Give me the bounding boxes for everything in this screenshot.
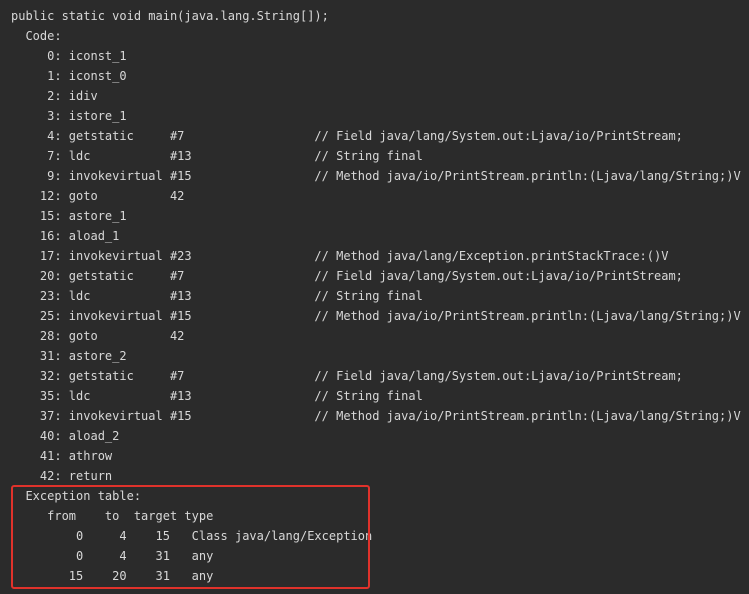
instruction-line: 16: aload_1 — [11, 229, 120, 243]
instruction-line: 7: ldc #13 // String final — [11, 149, 423, 163]
exception-table-label: Exception table: — [11, 489, 142, 503]
instruction-line: 31: astore_2 — [11, 349, 127, 363]
instruction-line: 12: goto 42 — [11, 189, 185, 203]
instruction-line: 25: invokevirtual #15 // Method java/io/… — [11, 309, 741, 323]
instruction-line: 9: invokevirtual #15 // Method java/io/P… — [11, 169, 741, 183]
instruction-line: 28: goto 42 — [11, 329, 185, 343]
instruction-line: 17: invokevirtual #23 // Method java/lan… — [11, 249, 669, 263]
code-label: Code: — [11, 29, 62, 43]
instruction-line: 40: aload_2 — [11, 429, 120, 443]
instruction-line: 37: invokevirtual #15 // Method java/io/… — [11, 409, 741, 423]
bytecode-listing: public static void main(java.lang.String… — [0, 0, 749, 594]
instruction-line: 3: istore_1 — [11, 109, 127, 123]
instruction-line: 2: idiv — [11, 89, 98, 103]
instruction-line: 23: ldc #13 // String final — [11, 289, 423, 303]
exception-table-header: from to target type — [11, 509, 214, 523]
instruction-line: 35: ldc #13 // String final — [11, 389, 423, 403]
instruction-line: 42: return — [11, 469, 113, 483]
instruction-line: 41: athrow — [11, 449, 113, 463]
instruction-line: 32: getstatic #7 // Field java/lang/Syst… — [11, 369, 683, 383]
exception-table-row: 0 4 31 any — [11, 549, 214, 563]
instruction-line: 15: astore_1 — [11, 209, 127, 223]
instruction-line: 4: getstatic #7 // Field java/lang/Syste… — [11, 129, 683, 143]
instruction-line: 1: iconst_0 — [11, 69, 127, 83]
instruction-line: 20: getstatic #7 // Field java/lang/Syst… — [11, 269, 683, 283]
instruction-line: 0: iconst_1 — [11, 49, 127, 63]
exception-table-row: 0 4 15 Class java/lang/Exception — [11, 529, 373, 543]
exception-table-row: 15 20 31 any — [11, 569, 214, 583]
method-signature: public static void main(java.lang.String… — [11, 9, 329, 23]
